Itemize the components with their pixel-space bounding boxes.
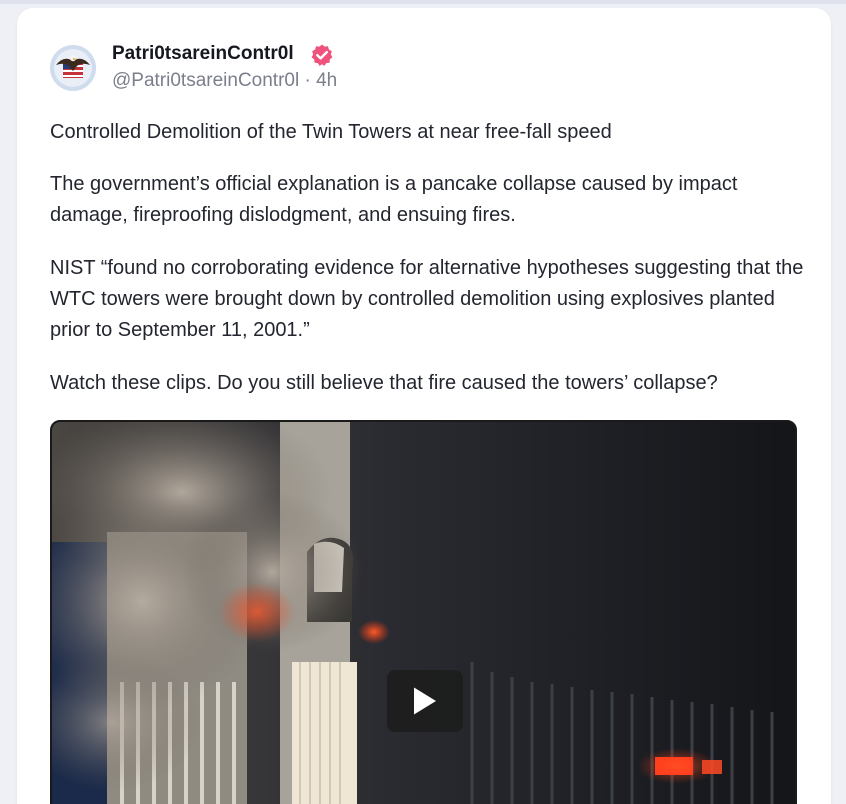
post-paragraph: NIST “found no corroborating evidence fo… xyxy=(50,257,804,341)
play-icon xyxy=(414,687,436,715)
separator: · xyxy=(299,70,317,91)
avatar[interactable] xyxy=(50,45,96,91)
video-thumbnail xyxy=(52,422,795,804)
timestamp[interactable]: 4h xyxy=(316,70,337,91)
post-card: Patri0tsareinContr0l @Patri0tsareinContr… xyxy=(17,8,831,804)
video-player[interactable] xyxy=(50,420,797,804)
handle[interactable]: @Patri0tsareinContr0l xyxy=(112,70,299,91)
verified-badge-icon xyxy=(310,43,334,67)
post-paragraph: Watch these clips. Do you still believe … xyxy=(50,372,718,394)
post-title-text: Controlled Demolition of the Twin Towers… xyxy=(50,121,612,143)
display-name[interactable]: Patri0tsareinContr0l xyxy=(112,43,294,65)
handle-line: @Patri0tsareinContr0l · 4h xyxy=(112,70,337,92)
post-paragraph: The government’s official explanation is… xyxy=(50,173,738,226)
top-divider xyxy=(0,0,846,4)
play-button[interactable] xyxy=(387,670,463,732)
